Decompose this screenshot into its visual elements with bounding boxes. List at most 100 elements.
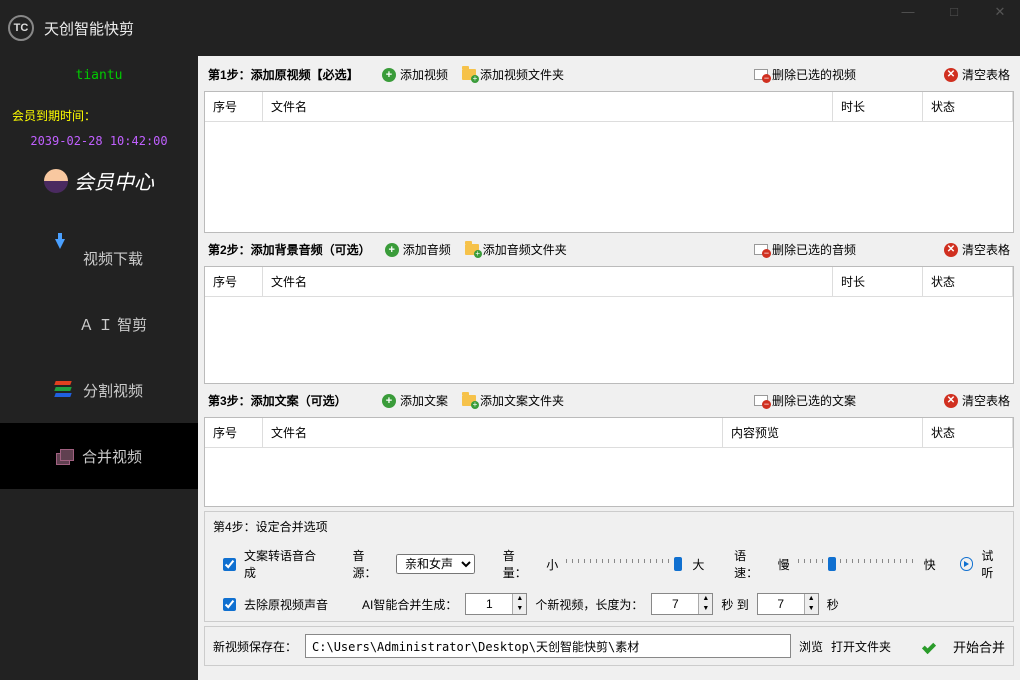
add-audio-button[interactable]: +添加音频 [385, 241, 451, 258]
main-panel: 第1步：添加原视频【必选】 +添加视频 添加视频文件夹 删除已选的视频 ✕清空表… [198, 56, 1020, 680]
delete-icon [754, 395, 768, 406]
add-text-button[interactable]: +添加文案 [382, 392, 448, 409]
col-duration: 时长 [833, 267, 923, 297]
step3-label: 第3步：添加文案（可选） [208, 392, 368, 409]
plus-icon: + [382, 394, 396, 408]
delete-selected-video-button[interactable]: 删除已选的视频 [754, 66, 856, 83]
video-table[interactable]: 序号 文件名 时长 状态 [204, 91, 1014, 233]
check-icon [919, 633, 945, 659]
nav-item-ai-clip[interactable]: Ａ Ｉ 智剪 [0, 291, 198, 357]
window-close-button[interactable]: ✕ [988, 4, 1012, 20]
audio-table[interactable]: 序号 文件名 时长 状态 [204, 266, 1014, 384]
preview-button[interactable]: 试听 [981, 547, 1005, 581]
spin-down-icon[interactable]: ▼ [513, 604, 526, 614]
brand-name: tiantu [76, 68, 123, 83]
remove-audio-label: 去除原视频声音 [244, 596, 328, 613]
merge-icon [56, 449, 72, 463]
duration-from-input[interactable] [652, 594, 698, 614]
nav-item-split[interactable]: 分割视频 [0, 357, 198, 423]
step1-label: 第1步：添加原视频【必选】 [208, 66, 368, 83]
step4-panel: 第4步：设定合并选项 文案转语音合成 音源： 亲和女声 音量： 小 大 语速： … [204, 511, 1014, 622]
step3-header: 第3步：添加文案（可选） +添加文案 添加文案文件夹 删除已选的文案 ✕清空表格 [204, 388, 1014, 413]
app-logo-icon: TC [8, 15, 34, 41]
col-preview: 内容预览 [723, 418, 923, 448]
window-maximize-button[interactable]: □ [942, 4, 966, 20]
clear-icon: ✕ [944, 68, 958, 82]
col-duration: 时长 [833, 92, 923, 122]
volume-min: 小 [546, 556, 558, 573]
sidebar-nav: 视频下载 Ａ Ｉ 智剪 分割视频 合并视频 [0, 225, 198, 489]
expiry-date: 2039-02-28 10:42:00 [30, 134, 167, 148]
member-center-button[interactable]: 会员中心 [44, 166, 154, 195]
folder-add-icon [462, 395, 476, 406]
tts-label: 文案转语音合成 [244, 547, 327, 581]
text-table[interactable]: 序号 文件名 内容预览 状态 [204, 417, 1014, 507]
duration-to-stepper[interactable]: ▲▼ [757, 593, 819, 615]
voice-select[interactable]: 亲和女声 [396, 554, 475, 574]
speed-max: 快 [924, 556, 936, 573]
col-filename: 文件名 [263, 418, 723, 448]
nav-item-download[interactable]: 视频下载 [0, 225, 198, 291]
plus-icon: + [385, 243, 399, 257]
spin-down-icon[interactable]: ▼ [805, 604, 818, 614]
start-merge-button[interactable]: 开始合并 [953, 637, 1005, 656]
ai-icon [51, 315, 69, 333]
col-status: 状态 [923, 92, 1013, 122]
delete-icon [754, 244, 768, 255]
col-index: 序号 [205, 92, 263, 122]
add-audio-folder-button[interactable]: 添加音频文件夹 [465, 241, 567, 258]
clear-audio-table-button[interactable]: ✕清空表格 [944, 241, 1010, 258]
video-count-input[interactable] [466, 594, 512, 614]
col-index: 序号 [205, 418, 263, 448]
volume-max: 大 [692, 556, 704, 573]
save-path-input[interactable] [305, 634, 791, 658]
ai-merge-label: AI智能合并生成： [362, 596, 457, 613]
spin-up-icon[interactable]: ▲ [699, 594, 712, 604]
spin-up-icon[interactable]: ▲ [513, 594, 526, 604]
volume-slider[interactable] [566, 557, 684, 571]
window-minimize-button[interactable]: — [896, 4, 920, 20]
col-status: 状态 [923, 267, 1013, 297]
clear-video-table-button[interactable]: ✕清空表格 [944, 66, 1010, 83]
nav-label: 视频下载 [83, 248, 143, 269]
browse-button[interactable]: 浏览 [799, 638, 823, 655]
plus-icon: + [382, 68, 396, 82]
col-index: 序号 [205, 267, 263, 297]
nav-item-merge[interactable]: 合并视频 [0, 423, 198, 489]
folder-add-icon [465, 244, 479, 255]
step4-label: 第4步：设定合并选项 [213, 518, 1005, 535]
open-folder-button[interactable]: 打开文件夹 [831, 638, 891, 655]
clear-icon: ✕ [944, 243, 958, 257]
remove-audio-checkbox[interactable] [223, 598, 236, 611]
save-path-label: 新视频保存在： [213, 638, 297, 655]
video-count-stepper[interactable]: ▲▼ [465, 593, 527, 615]
volume-label: 音量： [503, 547, 538, 581]
step2-header: 第2步：添加背景音频（可选） +添加音频 添加音频文件夹 删除已选的音频 ✕清空… [204, 237, 1014, 262]
app-title: 天创智能快剪 [44, 18, 134, 39]
add-video-folder-button[interactable]: 添加视频文件夹 [462, 66, 564, 83]
step1-header: 第1步：添加原视频【必选】 +添加视频 添加视频文件夹 删除已选的视频 ✕清空表… [204, 62, 1014, 87]
step2-label: 第2步：添加背景音频（可选） [208, 241, 371, 258]
speed-label: 语速： [734, 547, 769, 581]
duration-to-input[interactable] [758, 594, 804, 614]
play-icon[interactable] [960, 557, 974, 571]
delete-selected-audio-button[interactable]: 删除已选的音频 [754, 241, 856, 258]
delete-icon [754, 69, 768, 80]
clear-text-table-button[interactable]: ✕清空表格 [944, 392, 1010, 409]
add-video-button[interactable]: +添加视频 [382, 66, 448, 83]
col-filename: 文件名 [263, 92, 833, 122]
nav-label: Ａ Ｉ 智剪 [79, 314, 147, 335]
titlebar: TC 天创智能快剪 — □ ✕ [0, 0, 1020, 56]
tts-checkbox[interactable] [223, 558, 236, 571]
delete-selected-text-button[interactable]: 删除已选的文案 [754, 392, 856, 409]
duration-from-stepper[interactable]: ▲▼ [651, 593, 713, 615]
spin-up-icon[interactable]: ▲ [805, 594, 818, 604]
speed-slider[interactable] [798, 557, 916, 571]
spin-down-icon[interactable]: ▼ [699, 604, 712, 614]
col-filename: 文件名 [263, 267, 833, 297]
nav-label: 分割视频 [83, 380, 143, 401]
split-icon [55, 381, 73, 399]
member-center-label: 会员中心 [74, 166, 154, 195]
add-text-folder-button[interactable]: 添加文案文件夹 [462, 392, 564, 409]
sidebar: tiantu 会员到期时间： 2039-02-28 10:42:00 会员中心 … [0, 56, 198, 680]
